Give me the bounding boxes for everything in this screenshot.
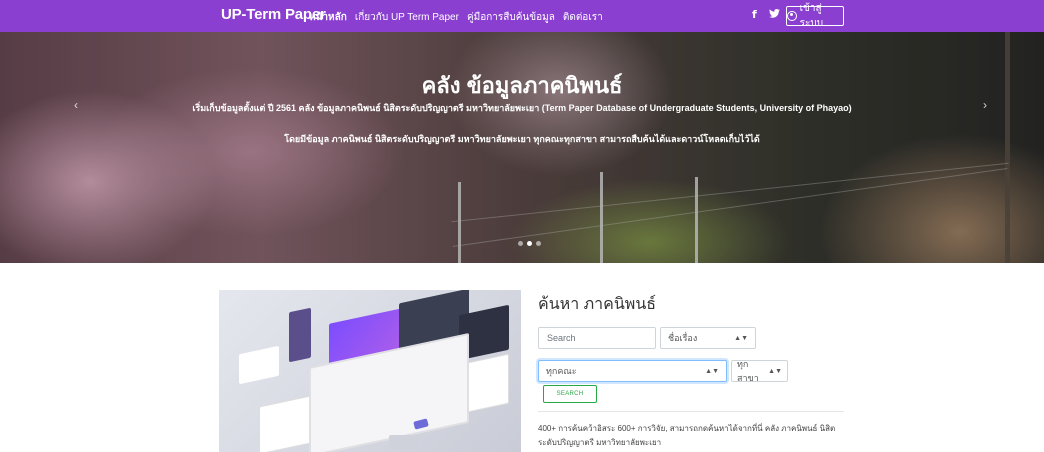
carousel-dot[interactable] <box>527 241 532 246</box>
search-button[interactable]: SEARCH <box>543 385 597 403</box>
hero-title: คลัง ข้อมูลภาคนิพนธ์ <box>421 73 623 98</box>
promo-image <box>219 290 521 452</box>
search-input[interactable]: Search <box>538 327 656 349</box>
description-text: 400+ การค้นคว้าอิสระ 600+ การวิจัย, สามา… <box>538 424 836 447</box>
carousel-prev-icon[interactable]: ‹ <box>74 98 78 112</box>
carousel-dot[interactable] <box>518 241 523 246</box>
mock-stand <box>389 435 419 449</box>
mock-screen <box>289 307 311 363</box>
updown-icon: ▲▼ <box>705 367 719 375</box>
hero-overlay <box>0 32 1044 263</box>
updown-icon: ▲▼ <box>768 367 782 375</box>
login-button[interactable]: เข้าสู่ระบบ <box>786 3 844 29</box>
field-select-value: ชื่อเรื่อง <box>668 333 698 343</box>
faculty-select-value: ทุกคณะ <box>546 366 577 376</box>
carousel-indicators <box>518 241 541 246</box>
search-placeholder: Search <box>547 333 576 343</box>
facebook-icon[interactable]: f <box>752 8 757 21</box>
nav-guide[interactable]: คู่มือการสืบค้นข้อมูล <box>467 10 555 25</box>
divider <box>538 411 844 412</box>
branch-select[interactable]: ทุกสาขา ▲▼ <box>731 359 788 383</box>
nav-home[interactable]: หน้าหลัก <box>309 10 347 25</box>
faculty-select[interactable]: ทุกคณะ ▲▼ <box>538 360 727 382</box>
navbar: UP-Term Paper หน้าหลัก เกี่ยวกับ UP Term… <box>0 0 1044 32</box>
social-links: f <box>752 8 780 21</box>
hero-subtitle-2: โดยมีข้อมูล ภาคนิพนธ์ นิสิตระดับปริญญาตร… <box>284 134 760 144</box>
login-label: เข้าสู่ระบบ <box>799 3 824 29</box>
mock-screen <box>239 345 279 385</box>
carousel-next-icon[interactable]: › <box>983 98 987 112</box>
nav-about[interactable]: เกี่ยวกับ UP Term Paper <box>355 10 459 25</box>
field-select[interactable]: ชื่อเรื่อง ▲▼ <box>660 327 756 349</box>
hero-carousel: คลัง ข้อมูลภาคนิพนธ์ เริ่มเก็บข้อมูลตั้ง… <box>0 32 1044 263</box>
nav-links: หน้าหลัก เกี่ยวกับ UP Term Paper คู่มือก… <box>309 10 603 25</box>
updown-icon: ▲▼ <box>734 334 748 342</box>
carousel-dot[interactable] <box>536 241 541 246</box>
user-circle-icon <box>787 11 797 21</box>
twitter-icon[interactable] <box>768 8 780 21</box>
branch-select-value: ทุกสาขา <box>737 359 759 383</box>
search-title: ค้นหา ภาคนิพนธ์ <box>538 296 657 313</box>
hero-subtitle-1: เริ่มเก็บข้อมูลตั้งแต่ ปี 2561 คลัง ข้อม… <box>192 103 852 113</box>
nav-contact[interactable]: ติดต่อเรา <box>563 10 603 25</box>
